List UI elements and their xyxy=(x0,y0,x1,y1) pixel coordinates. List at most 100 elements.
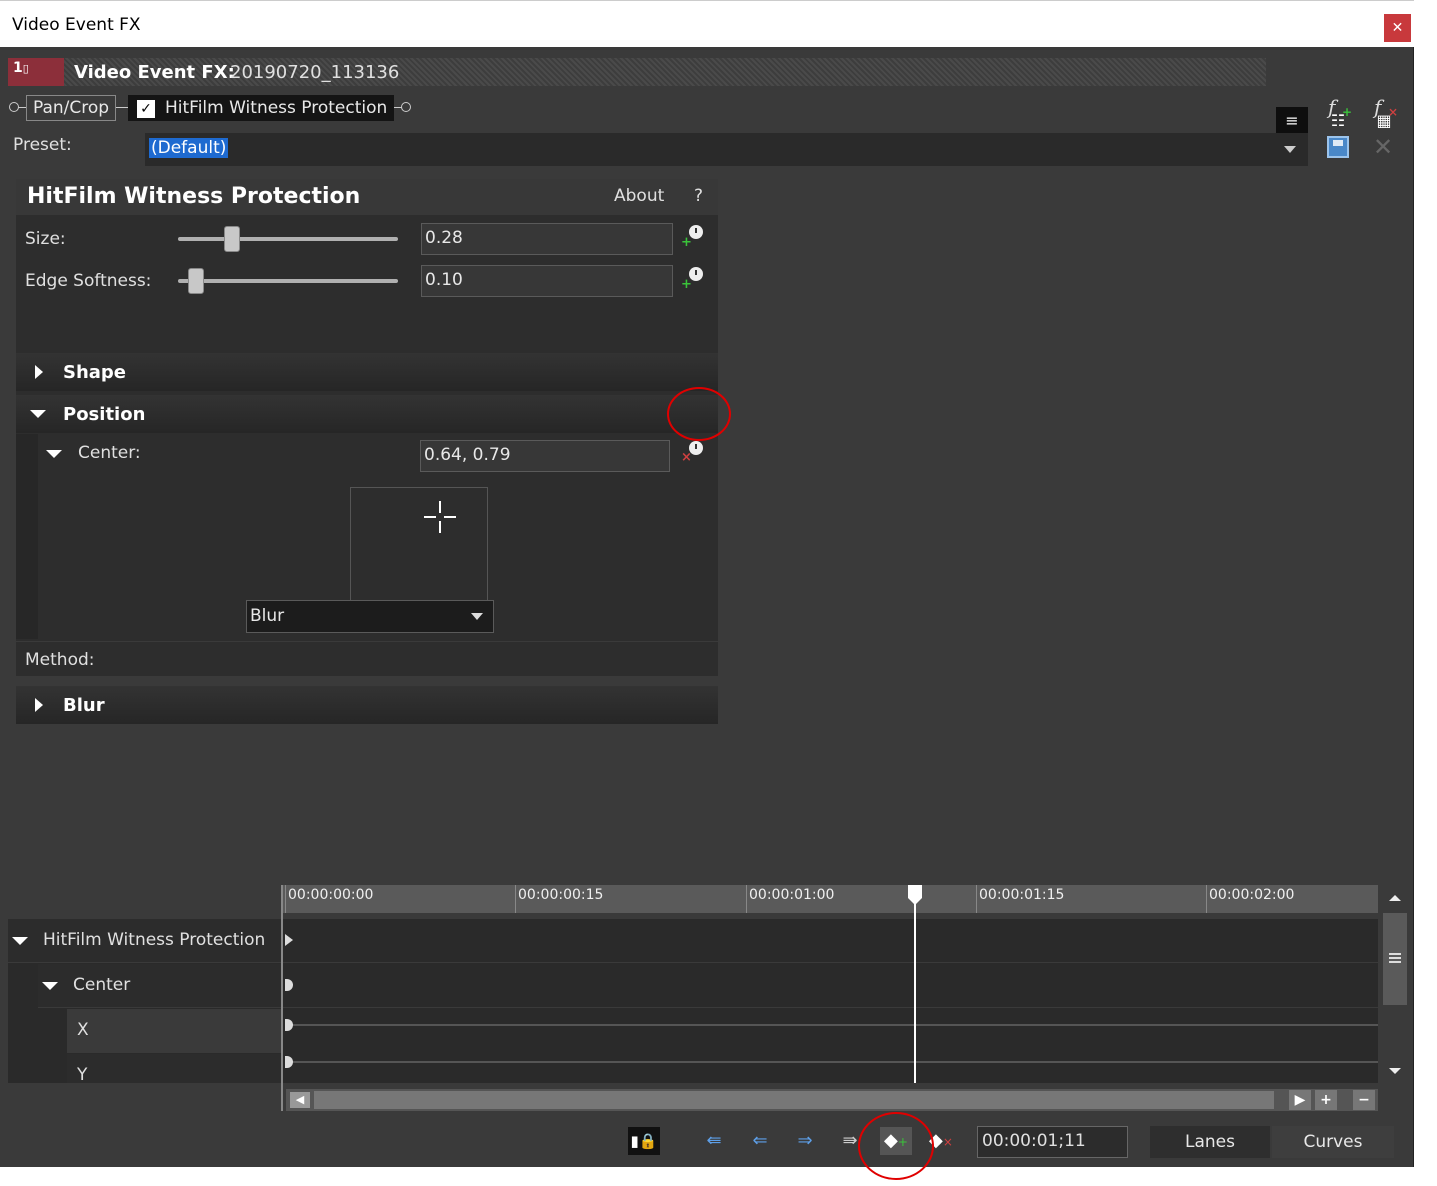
collapse-arrow-icon xyxy=(12,937,28,945)
sync-cursor-icon[interactable]: ▮🔒 xyxy=(628,1127,660,1155)
ruler-tick xyxy=(515,885,516,913)
collapse-arrow-icon xyxy=(30,410,46,418)
track-label: Center xyxy=(73,975,131,995)
chain-item-label: Pan/Crop xyxy=(33,98,110,118)
size-slider-thumb[interactable] xyxy=(223,226,240,252)
delete-preset-icon[interactable]: ✕ xyxy=(1373,133,1393,161)
timeline-ruler[interactable]: 00:00:00:00 00:00:00:15 00:00:01:00 00:0… xyxy=(283,885,1378,913)
save-preset-icon[interactable] xyxy=(1327,136,1349,158)
chain-item-pan-crop[interactable]: Pan/Crop xyxy=(26,95,117,121)
preset-dropdown[interactable]: (Default) xyxy=(145,133,1308,166)
fx-window: 1▯ Video Event FX: 20190720_113136 ≡ ☷ ▦… xyxy=(0,47,1414,1180)
shape-section[interactable]: Shape xyxy=(16,353,718,391)
shape-section-label: Shape xyxy=(63,362,127,383)
view-single-icon[interactable]: ≡ xyxy=(1276,107,1308,135)
chain-connector xyxy=(116,107,128,108)
chain-connector xyxy=(18,107,26,108)
size-row: Size: 0.28 + xyxy=(16,219,718,259)
edge-softness-label: Edge Softness: xyxy=(25,271,152,291)
blur-section[interactable]: Blur xyxy=(16,686,718,724)
remove-fx-icon[interactable]: f × xyxy=(1374,95,1398,119)
edge-softness-row: Edge Softness: 0.10 + xyxy=(16,261,718,301)
center-field[interactable]: 0.64, 0.79 xyxy=(420,440,670,472)
current-time-field[interactable]: 00:00:01;11 xyxy=(977,1126,1128,1158)
position-section-label: Position xyxy=(63,404,146,425)
crosshair-icon xyxy=(424,501,456,533)
chain-end-node xyxy=(401,102,411,112)
scroll-right-icon[interactable]: ▶ xyxy=(1289,1090,1311,1110)
vertical-scrollbar[interactable] xyxy=(1383,885,1407,1083)
close-button[interactable]: ✕ xyxy=(1384,14,1411,42)
ruler-tick xyxy=(1206,885,1207,913)
curves-toggle[interactable]: Curves xyxy=(1272,1126,1394,1158)
track-row-effect[interactable]: HitFilm Witness Protection xyxy=(8,919,281,963)
annotation-circle xyxy=(858,1112,934,1180)
add-keyframe-icon[interactable]: + xyxy=(681,225,707,251)
track-row-x[interactable]: X xyxy=(67,1009,281,1053)
expand-arrow-icon xyxy=(35,698,43,712)
ruler-tick xyxy=(746,885,747,913)
ruler-tick xyxy=(285,885,286,913)
chevron-down-icon xyxy=(1284,146,1296,153)
ruler-tick-label: 00:00:00:00 xyxy=(288,887,374,903)
value-curve-y xyxy=(287,1061,1378,1063)
track-row-y[interactable]: Y xyxy=(67,1054,281,1083)
track-badge: 1▯ xyxy=(8,58,64,86)
collapse-arrow-icon[interactable] xyxy=(46,450,62,458)
zoom-out-icon[interactable]: − xyxy=(1353,1090,1375,1110)
center-label: Center: xyxy=(78,443,141,463)
collapse-arrow-icon xyxy=(42,982,58,990)
preset-value: (Default) xyxy=(149,138,229,158)
keyframe-lane xyxy=(283,919,1378,963)
panel-title: HitFilm Witness Protection xyxy=(27,184,361,209)
help-link[interactable]: ? xyxy=(694,186,703,206)
keyframe-area[interactable] xyxy=(283,919,1378,1083)
value-curve-x xyxy=(287,1024,1378,1026)
edge-softness-slider[interactable] xyxy=(178,279,398,283)
chain-item-hitfilm[interactable]: ✓ HitFilm Witness Protection xyxy=(128,95,395,121)
horizontal-scrollbar[interactable]: ◀ xyxy=(286,1089,1378,1111)
keyframe-marker[interactable] xyxy=(285,1019,293,1031)
method-value: Blur xyxy=(250,606,285,626)
edge-softness-slider-thumb[interactable] xyxy=(188,268,204,294)
size-label: Size: xyxy=(25,229,66,249)
track-list: HitFilm Witness Protection Center X Y xyxy=(8,919,281,1083)
size-slider[interactable] xyxy=(178,237,398,241)
ruler-tick-label: 00:00:01:00 xyxy=(749,887,835,903)
about-link[interactable]: About xyxy=(614,186,664,206)
add-keyframe-icon[interactable]: + xyxy=(681,267,707,293)
edge-softness-field[interactable]: 0.10 xyxy=(421,265,673,297)
scroll-left-icon[interactable]: ◀ xyxy=(290,1092,310,1108)
chain-item-label: HitFilm Witness Protection xyxy=(165,98,388,118)
annotation-circle xyxy=(667,387,731,441)
ruler-tick-label: 00:00:01:15 xyxy=(979,887,1065,903)
prev-keyframe-icon[interactable]: ⇐ xyxy=(744,1127,776,1155)
playhead-line[interactable] xyxy=(914,892,916,1083)
indent-gutter xyxy=(16,434,38,639)
timeline-left-border xyxy=(281,885,283,1111)
blur-section-label: Blur xyxy=(63,695,105,716)
ruler-tick-label: 00:00:00:15 xyxy=(518,887,604,903)
size-field[interactable]: 0.28 xyxy=(421,223,673,255)
position-section[interactable]: Position xyxy=(16,395,718,433)
scroll-down-icon[interactable] xyxy=(1389,1068,1401,1074)
track-label: HitFilm Witness Protection xyxy=(43,930,266,950)
scrollbar-thumb[interactable] xyxy=(314,1091,1274,1109)
window-title: Video Event FX xyxy=(12,15,141,35)
scrollbar-thumb[interactable] xyxy=(1383,913,1407,1005)
first-keyframe-icon[interactable]: ⇚ xyxy=(698,1127,730,1155)
lanes-toggle[interactable]: Lanes xyxy=(1150,1126,1270,1158)
zoom-in-icon[interactable]: + xyxy=(1315,1090,1337,1110)
next-keyframe-icon[interactable]: ⇒ xyxy=(789,1127,821,1155)
add-fx-icon[interactable]: f + xyxy=(1328,95,1352,119)
ruler-tick-label: 00:00:02:00 xyxy=(1209,887,1295,903)
method-dropdown[interactable]: Blur xyxy=(246,600,494,633)
event-header: 1▯ Video Event FX: 20190720_113136 xyxy=(8,58,1266,86)
plugin-enable-checkbox[interactable]: ✓ xyxy=(137,100,155,118)
remove-keyframe-icon[interactable]: × xyxy=(681,441,707,467)
scroll-up-icon[interactable] xyxy=(1389,895,1401,901)
expand-arrow-icon xyxy=(35,365,43,379)
header-label: Video Event FX: xyxy=(74,62,235,83)
track-row-center[interactable]: Center xyxy=(38,964,281,1008)
keyframe-marker[interactable] xyxy=(285,1056,293,1068)
